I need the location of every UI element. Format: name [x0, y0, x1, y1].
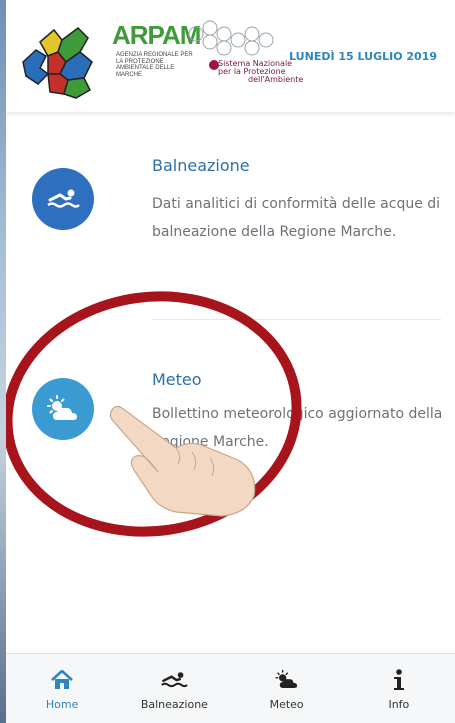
- card-description: Dati analitici di conformità delle acque…: [152, 196, 441, 240]
- home-icon: [51, 670, 73, 689]
- tab-info[interactable]: Info: [343, 654, 455, 723]
- marche-region-logo: [22, 27, 93, 99]
- tab-label: Home: [45, 698, 79, 711]
- app-screen: ARPAM AGENZIA REGIONALE PER LA PROTEZION…: [6, 0, 455, 723]
- arpam-logo-subtitle: AGENZIA REGIONALE PER LA PROTEZIONE AMBI…: [116, 52, 193, 78]
- balneazione-icon-circle[interactable]: [32, 168, 94, 230]
- snpa-line: dell'Ambiente: [248, 75, 304, 84]
- tab-label: Info: [388, 698, 410, 711]
- snpa-logo-text: Sistema Nazionale per la Protezione dell…: [218, 60, 338, 84]
- info-icon: [393, 669, 404, 690]
- card-title[interactable]: Balneazione: [152, 156, 250, 175]
- tab-label: Balneazione: [140, 698, 208, 711]
- swimmer-icon: [161, 672, 189, 688]
- tab-balneazione[interactable]: Balneazione: [118, 654, 230, 723]
- sun-cloud-icon: [275, 669, 297, 688]
- current-date: LUNEDÌ 15 LUGLIO 2019: [289, 50, 437, 63]
- tab-label: Meteo: [269, 698, 304, 711]
- card-balneazione[interactable]: Balneazione Dati analitici di conformità…: [6, 112, 455, 320]
- bottom-tab-bar: Home Balneazione Meteo Info: [6, 653, 455, 723]
- app-header: ARPAM AGENZIA REGIONALE PER LA PROTEZION…: [6, 0, 455, 112]
- swimmer-icon: [47, 189, 80, 208]
- tab-home[interactable]: Home: [6, 654, 118, 723]
- pointing-hand-icon: [109, 405, 256, 517]
- tab-meteo[interactable]: Meteo: [231, 654, 343, 723]
